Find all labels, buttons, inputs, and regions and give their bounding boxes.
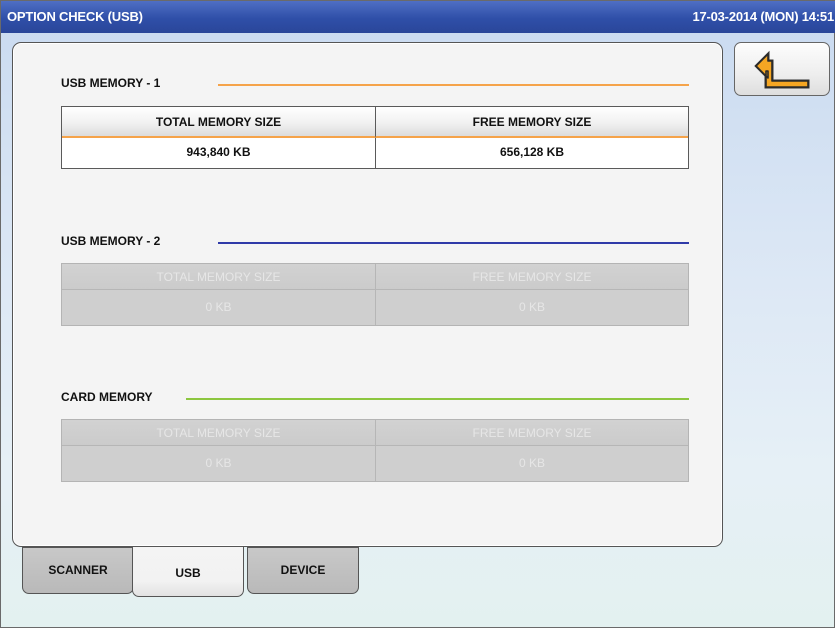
total-memory-size-value: 0 KB	[62, 290, 375, 325]
total-memory-size-value: 943,840 KB	[62, 138, 375, 168]
title-bar: OPTION CHECK (USB) 17-03-2014 (MON) 14:5…	[1, 1, 835, 33]
section-divider-line	[186, 398, 689, 400]
card-memory-table: TOTAL MEMORY SIZE FREE MEMORY SIZE 0 KB …	[61, 419, 689, 482]
usb-info-panel: USB MEMORY - 1 TOTAL MEMORY SIZE FREE ME…	[12, 42, 723, 547]
section-title: USB MEMORY - 2	[61, 234, 161, 248]
tab-scanner[interactable]: SCANNER	[22, 547, 134, 594]
tab-device[interactable]: DEVICE	[247, 547, 359, 594]
screen-title: OPTION CHECK (USB)	[7, 9, 143, 24]
date-time-display: 17-03-2014 (MON) 14:51	[692, 9, 834, 24]
tab-label: USB	[175, 566, 201, 580]
section-divider-line	[218, 84, 689, 86]
free-memory-size-value: 656,128 KB	[375, 138, 688, 168]
section-divider-line	[218, 242, 689, 244]
free-memory-size-value: 0 KB	[375, 446, 688, 481]
usb-memory-2-table: TOTAL MEMORY SIZE FREE MEMORY SIZE 0 KB …	[61, 263, 689, 326]
total-memory-size-value: 0 KB	[62, 446, 375, 481]
total-memory-size-header: TOTAL MEMORY SIZE	[62, 420, 375, 446]
free-memory-size-value: 0 KB	[375, 290, 688, 325]
return-arrow-icon	[754, 50, 810, 89]
total-memory-size-header: TOTAL MEMORY SIZE	[62, 107, 375, 138]
free-memory-size-header: FREE MEMORY SIZE	[375, 420, 688, 446]
section-title: USB MEMORY - 1	[61, 76, 161, 90]
total-memory-size-header: TOTAL MEMORY SIZE	[62, 264, 375, 290]
usb-memory-1-table: TOTAL MEMORY SIZE FREE MEMORY SIZE 943,8…	[61, 106, 689, 169]
tab-label: SCANNER	[48, 563, 108, 577]
app-window: OPTION CHECK (USB) 17-03-2014 (MON) 14:5…	[0, 0, 835, 628]
tab-usb[interactable]: USB	[132, 547, 244, 597]
free-memory-size-header: FREE MEMORY SIZE	[375, 107, 688, 138]
tab-label: DEVICE	[280, 563, 326, 577]
section-title: CARD MEMORY	[61, 390, 153, 404]
free-memory-size-header: FREE MEMORY SIZE	[375, 264, 688, 290]
back-button[interactable]	[734, 42, 830, 96]
